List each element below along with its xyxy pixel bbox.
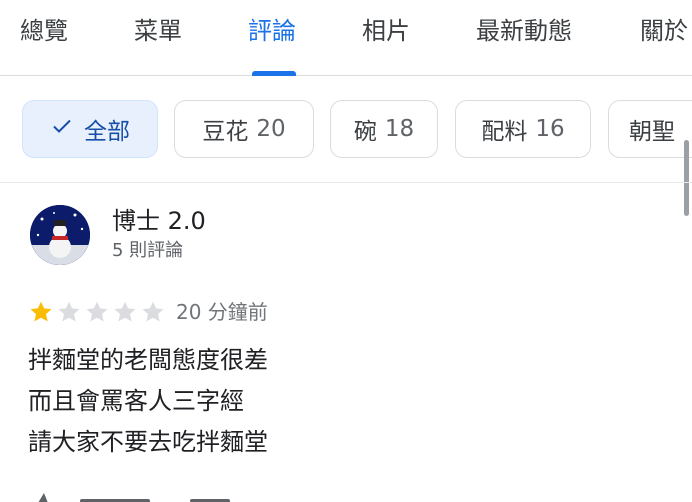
review-text-line: 請大家不要去吃拌麵堂 [28, 428, 268, 456]
review-text-line: 而且會罵客人三字經 [28, 387, 244, 415]
star-empty-icon [142, 301, 164, 322]
check-icon [50, 114, 74, 144]
avatar[interactable] [30, 205, 90, 265]
star-empty-icon [58, 301, 80, 322]
filter-chip-pilgrimage[interactable]: 朝聖 [608, 100, 692, 158]
filter-chip-douhua[interactable]: 豆花 20 [174, 100, 314, 158]
filter-chip-toppings[interactable]: 配料 16 [455, 100, 591, 158]
divider [0, 182, 692, 183]
filter-chip-bowl[interactable]: 碗 18 [330, 100, 438, 158]
reviewer-review-count: 5 則評論 [112, 240, 184, 261]
filter-chip-label: 碗 [353, 119, 377, 145]
tab-menu[interactable]: 菜單 [134, 14, 182, 48]
star-empty-icon [86, 301, 108, 322]
star-rating [28, 299, 168, 325]
filter-chip-row: 全部 豆花 20 碗 18 配料 16 朝聖 [0, 100, 692, 162]
filter-chip-count: 18 [384, 116, 415, 142]
tab-reviews[interactable]: 評論 [248, 14, 296, 48]
filter-chip-label: 全部 [84, 119, 130, 145]
filter-chip-count: 20 [256, 116, 286, 142]
tab-photos[interactable]: 相片 [362, 14, 410, 48]
tab-about[interactable]: 關於 [640, 14, 688, 48]
review-text: 拌麵堂的老闆態度很差 而且會罵客人三字經 請大家不要去吃拌麵堂 [28, 340, 268, 463]
filter-chip-all[interactable]: 全部 [22, 100, 158, 158]
tab-overview[interactable]: 總覽 [20, 14, 68, 48]
filter-chip-label: 朝聖 [629, 119, 675, 145]
tab-bar: 總覽 菜單 評論 相片 最新動態 關於 [0, 0, 692, 76]
review-text-line: 拌麵堂的老闆態度很差 [28, 346, 268, 374]
scrollbar[interactable] [684, 140, 689, 216]
active-tab-indicator [252, 71, 296, 76]
review-time: 20 分鐘前 [176, 300, 268, 324]
reviewer-name[interactable]: 博士 2.0 [112, 205, 206, 237]
filter-chip-label: 配料 [481, 119, 528, 145]
star-filled-icon [30, 301, 52, 322]
tab-updates[interactable]: 最新動態 [476, 14, 572, 48]
filter-chip-count: 16 [535, 116, 565, 142]
filter-chip-label: 豆花 [202, 119, 249, 145]
star-empty-icon [114, 301, 136, 322]
